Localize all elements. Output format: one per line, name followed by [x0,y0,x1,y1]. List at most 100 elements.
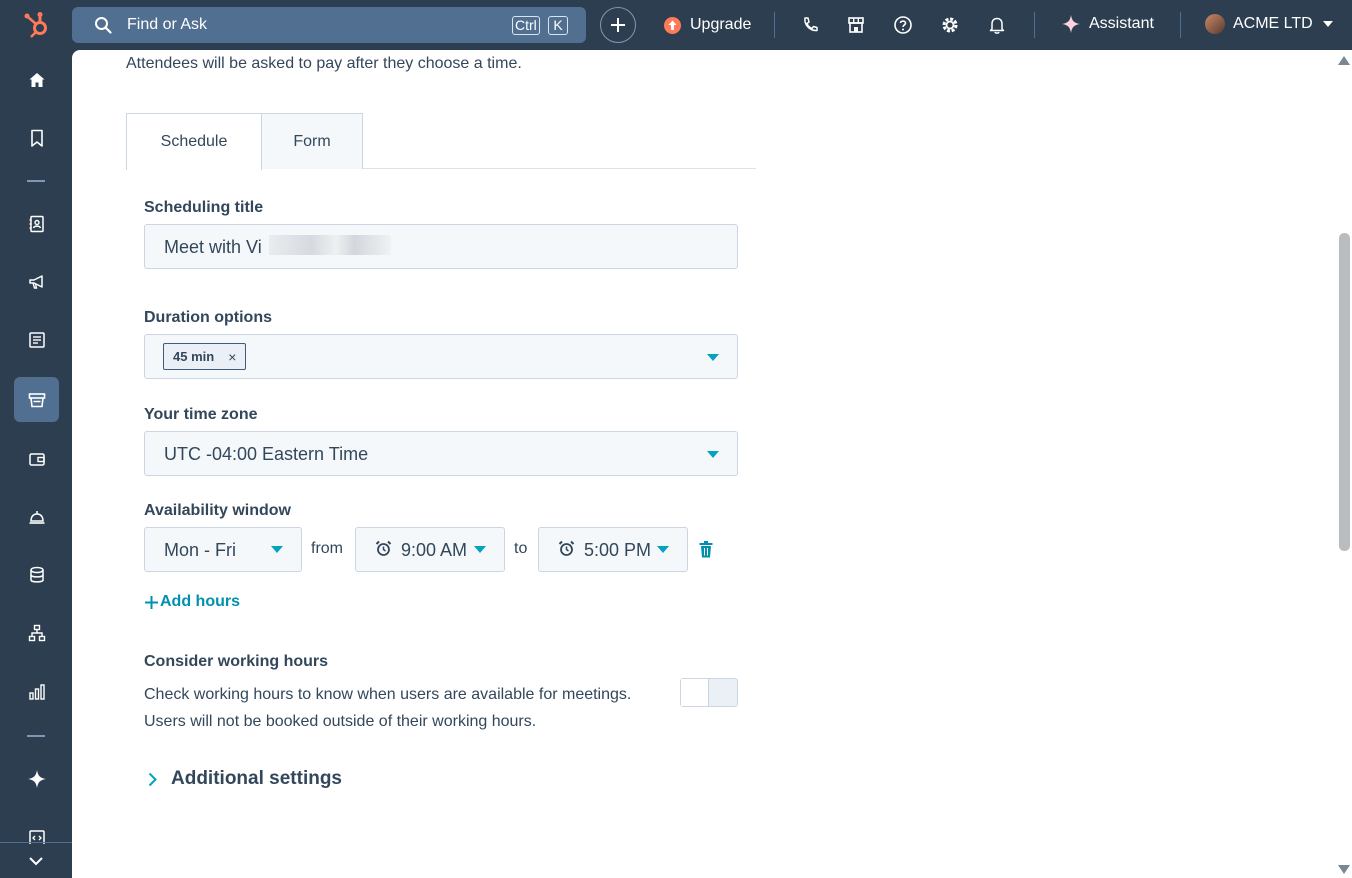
account-name: ACME LTD [1233,15,1313,32]
time-zone-value: UTC -04:00 Eastern Time [164,444,369,464]
chevron-down-icon [707,354,719,361]
sidebar-item-reporting[interactable] [14,669,59,714]
additional-settings-label: Additional settings [171,768,342,789]
plus-icon [145,595,158,609]
start-time-value: 9:00 AM [401,540,468,560]
duration-tag: 45 min × [163,343,247,370]
vertical-scrollbar[interactable] [1335,50,1352,878]
sidebar-item-home[interactable] [14,57,59,102]
add-hours-label: Add hours [160,593,240,610]
account-menu[interactable]: ACME LTD [1205,14,1333,34]
sidebar-divider [27,180,45,182]
days-value: Mon - Fri [164,540,236,560]
plus-icon [611,18,625,32]
bar-chart-icon [28,683,45,700]
create-new-button[interactable] [600,7,636,43]
home-icon [29,72,44,87]
working-hours-label: Consider working hours [144,653,329,670]
chevron-down-icon [707,451,719,458]
sidebar-item-breeze[interactable] [14,756,59,801]
upgrade-label: Upgrade [690,16,752,33]
scrollbar-thumb[interactable] [1339,233,1350,551]
upgrade-button[interactable]: Upgrade [664,15,751,35]
top-navigation-bar: Find or Ask Ctrl K Upgrade Assistant ACM… [0,0,1352,50]
sidebar-item-bookmarks[interactable] [14,115,59,160]
chevron-right-icon [148,772,157,786]
remove-tag-icon[interactable]: × [228,349,236,365]
upgrade-arrow-icon [664,16,681,34]
scheduling-title-value: Meet with Vi [164,237,262,257]
bookmark-icon [30,129,43,147]
sidebar-item-content[interactable] [14,317,59,362]
alarm-clock-icon [375,540,392,556]
phone-icon[interactable] [800,15,820,35]
sidebar-collapse-toggle[interactable] [0,842,72,878]
assistant-label: Assistant [1089,15,1154,32]
duration-options-select[interactable]: 45 min × [144,334,738,379]
sidebar [0,50,72,878]
notifications-icon[interactable] [987,15,1007,35]
duration-options-label: Duration options [144,309,272,326]
scheduling-title-input[interactable]: Meet with Vi [144,224,738,269]
chevron-down-icon [474,546,486,553]
search-icon [95,17,112,34]
alarm-clock-icon [558,540,575,556]
sidebar-item-automation[interactable] [14,610,59,655]
working-hours-line-2: Users will not be booked outside of thei… [144,713,537,730]
scroll-down-arrow-icon[interactable] [1338,865,1350,874]
redacted-name [269,235,391,255]
trash-icon[interactable] [699,541,713,558]
shortcut-k-key: K [548,16,568,35]
chevron-down-icon [271,546,283,553]
chevron-down-icon [1322,21,1333,27]
payment-note: Attendees will be asked to pay after the… [126,55,522,72]
content-icon [28,331,45,348]
from-label: from [311,540,343,557]
contacts-icon [29,215,44,232]
toggle-knob [681,679,709,706]
shortcut-ctrl-key: Ctrl [512,16,540,35]
search-placeholder: Find or Ask [127,16,208,33]
main-content: Attendees will be asked to pay after the… [72,50,1352,878]
topbar-divider [1034,12,1035,38]
sidebar-item-data-management[interactable] [14,552,59,597]
working-hours-description: Check working hours to know when users a… [144,681,631,735]
time-zone-label: Your time zone [144,406,258,423]
assistant-button[interactable]: Assistant [1062,15,1154,33]
chevron-down-icon [657,546,669,553]
sidebar-divider [27,735,45,737]
settings-icon[interactable] [940,15,960,35]
sidebar-item-sales[interactable] [14,436,59,481]
help-icon[interactable] [893,15,913,35]
sidebar-item-contacts[interactable] [14,201,59,246]
end-time-value: 5:00 PM [584,540,652,560]
time-zone-select[interactable]: UTC -04:00 Eastern Time [144,431,738,476]
sidebar-item-service[interactable] [14,494,59,539]
sidebar-item-commerce[interactable] [14,377,59,422]
service-bell-icon [29,510,44,524]
search-bar[interactable]: Find or Ask Ctrl K [72,7,586,43]
hubspot-logo-icon[interactable] [22,10,52,40]
start-time-select[interactable]: 9:00 AM [355,527,505,572]
days-select[interactable]: Mon - Fri [144,527,302,572]
tab-bar: Schedule Form [126,113,756,170]
marketplace-icon[interactable] [846,15,866,35]
chevron-down-icon [29,856,43,865]
wallet-icon [28,452,45,466]
commerce-icon [28,392,45,407]
tab-form[interactable]: Form [261,113,363,169]
topbar-divider [1180,12,1181,38]
megaphone-icon [28,274,43,289]
tab-schedule[interactable]: Schedule [126,113,262,170]
sidebar-item-marketing[interactable] [14,259,59,304]
scroll-up-arrow-icon[interactable] [1338,56,1350,65]
working-hours-toggle[interactable] [680,678,738,707]
duration-tag-label: 45 min [173,349,215,364]
add-hours-button[interactable]: Add hours [144,593,240,611]
topbar-divider [774,12,775,38]
additional-settings-expander[interactable]: Additional settings [148,768,342,790]
sidebar-item-development[interactable] [14,814,59,844]
scheduling-title-label: Scheduling title [144,199,264,216]
end-time-select[interactable]: 5:00 PM [538,527,688,572]
workflow-icon [28,624,45,641]
